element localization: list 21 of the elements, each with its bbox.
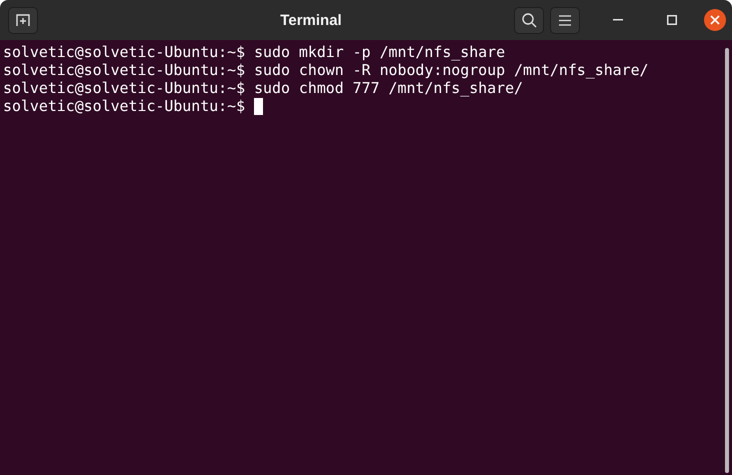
search-icon: [522, 12, 536, 28]
window-title: Terminal: [279, 12, 343, 28]
maximize-icon: [667, 15, 677, 25]
new-tab-button[interactable]: [8, 6, 38, 34]
search-button[interactable]: [514, 6, 544, 34]
command-text: sudo mkdir -p /mnt/nfs_share: [254, 43, 506, 61]
close-button[interactable]: [704, 9, 726, 31]
text-cursor: [254, 98, 264, 114]
prompt: solvetic@solvetic-Ubuntu:~$: [3, 79, 246, 97]
command-text: sudo chmod 777 /mnt/nfs_share/: [254, 79, 524, 97]
menu-button[interactable]: [550, 6, 580, 34]
prompt: solvetic@solvetic-Ubuntu:~$: [3, 97, 246, 115]
prompt: solvetic@solvetic-Ubuntu:~$: [3, 43, 246, 61]
terminal-area[interactable]: [0, 40, 732, 475]
scrollbar[interactable]: [725, 48, 729, 473]
new-tab-icon: [16, 13, 30, 27]
close-icon: [710, 15, 720, 25]
menu-icon: [559, 14, 571, 26]
command-text: sudo chown -R nobody:nogroup /mnt/nfs_share/: [254, 61, 649, 79]
minimize-icon: [613, 19, 623, 21]
prompt: solvetic@solvetic-Ubuntu:~$: [3, 61, 246, 79]
